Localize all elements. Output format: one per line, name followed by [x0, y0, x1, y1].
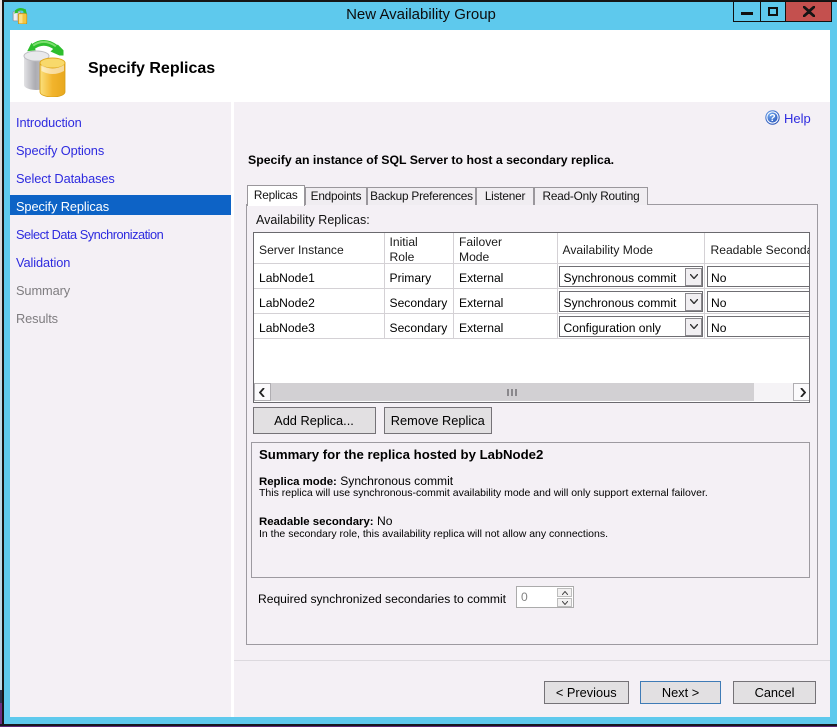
svg-text:?: ?: [769, 112, 775, 124]
